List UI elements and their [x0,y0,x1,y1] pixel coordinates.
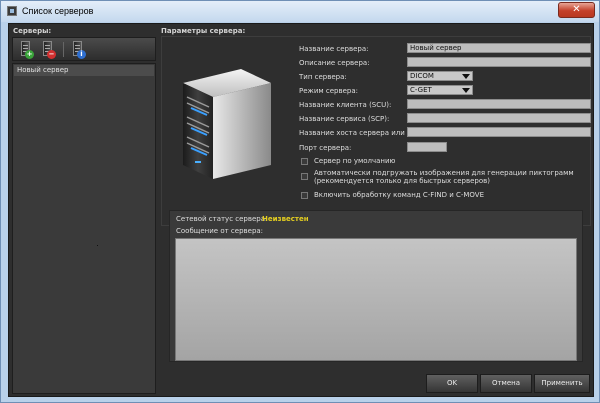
status-group: Сетевой статус сервера: Неизвестен Сообщ… [169,210,583,362]
server-type-value: DICOM [410,72,434,80]
server-mode-value: C-GET [410,86,432,94]
server-mode-label: Режим сервера: [299,87,359,95]
client-name-label: Название клиента (SCU): [299,101,392,109]
default-server-label: Сервер по умолчанию [314,157,396,165]
server-list[interactable]: Новый сервер [12,63,156,394]
default-server-checkbox[interactable] [301,158,308,165]
service-name-label: Название сервиса (SCP): [299,115,390,123]
ok-button[interactable]: OK [426,374,478,393]
plus-icon: + [25,50,34,59]
server-message-area[interactable] [175,238,577,361]
servers-toolbar: + − i [12,37,156,61]
cfind-label: Включить обработку команд C-FIND и C-MOV… [314,191,485,199]
server-type-select[interactable]: DICOM [407,71,473,81]
description-label: Описание сервера: [299,59,370,67]
auto-load-hint: (рекомендуется только для быстрых сервер… [314,177,490,185]
host-label: Название хоста сервера или IP: [299,129,416,137]
service-name-input[interactable] [407,113,591,123]
minus-icon: − [47,50,56,59]
add-server-button[interactable]: + [17,40,35,59]
list-item[interactable]: Новый сервер [14,65,154,76]
chevron-down-icon [462,74,470,79]
close-button[interactable]: ✕ [558,2,595,18]
network-status-label: Сетевой статус сервера: [176,215,268,223]
cfind-checkbox[interactable] [301,192,308,199]
server-name-input[interactable]: Новый сервер [407,43,591,53]
apply-button[interactable]: Применить [534,374,590,393]
server-mode-select[interactable]: C-GET [407,85,473,95]
info-icon: i [77,50,86,59]
port-label: Порт сервера: [299,144,352,152]
description-input[interactable] [407,57,591,67]
window-title: Список серверов [22,6,94,16]
title-bar[interactable]: Список серверов ✕ [1,1,599,22]
params-panel: Название сервера: Новый сервер Описание … [161,27,593,393]
server-illustration-icon [183,69,271,179]
network-status-value: Неизвестен [262,215,309,223]
auto-load-checkbox[interactable] [301,173,308,180]
list-dot [97,245,98,246]
port-input[interactable] [407,142,447,152]
app-icon [7,6,17,16]
cancel-button[interactable]: Отмена [480,374,532,393]
toolbar-separator [63,42,64,57]
server-name-label: Название сервера: [299,45,369,53]
dialog-body: Серверы: + − i Новый сервер Параметры се… [8,23,594,397]
server-message-label: Сообщение от сервера: [176,227,264,235]
servers-panel: + − i Новый сервер [12,34,156,394]
client-name-input[interactable] [407,99,591,109]
chevron-down-icon [462,88,470,93]
server-info-button[interactable]: i [69,40,87,59]
host-input[interactable] [407,127,591,137]
server-list-window: Список серверов ✕ Серверы: + − i Новый с… [0,0,600,403]
server-type-label: Тип сервера: [299,73,347,81]
remove-server-button[interactable]: − [39,40,57,59]
